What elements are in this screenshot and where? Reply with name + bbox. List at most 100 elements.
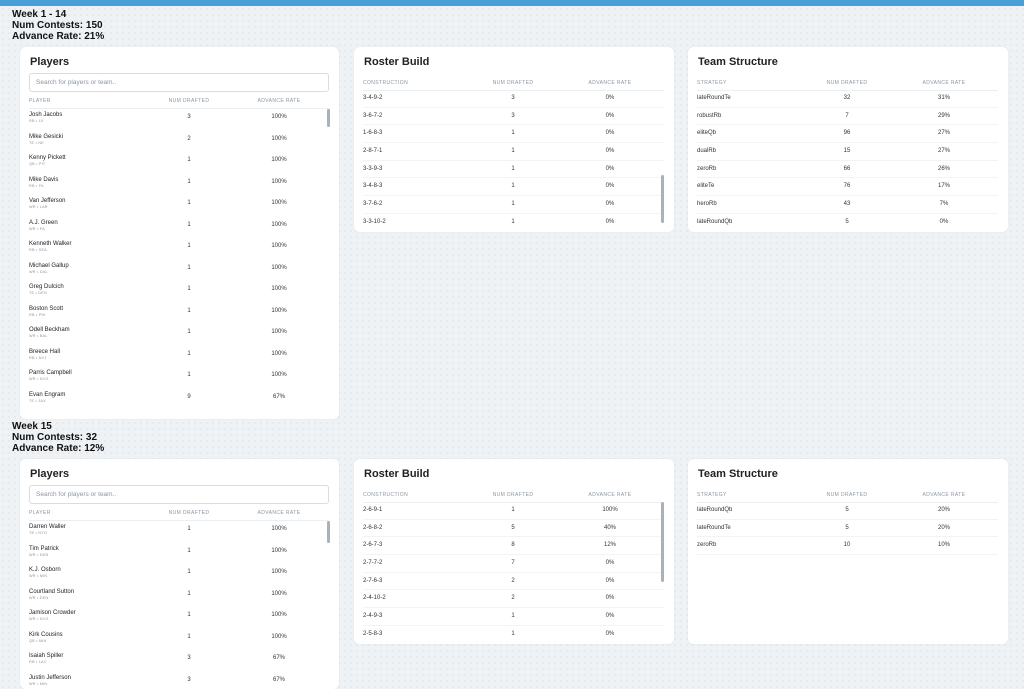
strategy-value: zeroRb	[697, 166, 716, 172]
table-row[interactable]: Darren WallerTE • NYG1100%	[29, 519, 329, 541]
table-row[interactable]: Kenny PickettQB • PIT1100%	[29, 150, 329, 172]
table-row[interactable]: 3-4-9-230%	[363, 90, 664, 108]
table-row[interactable]: 2-4-9-310%	[363, 608, 664, 626]
col-advance-rate[interactable]: ADVANCE RATE	[575, 80, 645, 86]
table-row[interactable]: lateRoundTe3231%	[697, 90, 998, 108]
table-row[interactable]: robustRb729%	[697, 108, 998, 126]
table-row[interactable]: dualRb1527%	[697, 143, 998, 161]
col-player[interactable]: PLAYER	[29, 98, 51, 104]
table-row[interactable]: 2-4-10-220%	[363, 590, 664, 608]
col-player[interactable]: PLAYER	[29, 510, 51, 516]
col-strategy[interactable]: STRATEGY	[697, 492, 727, 498]
table-row[interactable]: A.J. GreenWR • FA1100%	[29, 215, 329, 237]
roster-scrollbar[interactable]	[661, 175, 664, 223]
table-row[interactable]: 3-7-6-210%	[363, 196, 664, 214]
player-position-team: TE • JAX	[29, 399, 46, 403]
table-row[interactable]: 1-6-8-310%	[363, 125, 664, 143]
table-row[interactable]: Kenneth WalkerRB • SEA1100%	[29, 236, 329, 258]
num-drafted: 1	[478, 613, 548, 619]
table-row[interactable]: Jamison CrowderWR • NYG1100%	[29, 605, 329, 627]
col-num-drafted[interactable]: NUM DRAFTED	[478, 80, 548, 86]
col-construction[interactable]: CONSTRUCTION	[363, 80, 408, 86]
player-search-input[interactable]	[29, 73, 329, 92]
num-drafted: 7	[478, 560, 548, 566]
table-row[interactable]: 3-4-8-310%	[363, 178, 664, 196]
player-position-team: TE • NE	[29, 141, 44, 145]
player-position-team: TE • NYG	[29, 531, 47, 535]
num-drafted: 1	[154, 179, 224, 185]
table-row[interactable]: eliteQb9627%	[697, 125, 998, 143]
table-row[interactable]: Justin JeffersonWR • MIN367%	[29, 670, 329, 689]
table-row[interactable]: heroRb437%	[697, 196, 998, 214]
table-row[interactable]: 2-7-6-320%	[363, 573, 664, 591]
col-strategy[interactable]: STRATEGY	[697, 80, 727, 86]
num-drafted: 66	[812, 166, 882, 172]
table-row[interactable]: Evan EngramTE • JAX967%	[29, 387, 329, 409]
col-advance-rate[interactable]: ADVANCE RATE	[244, 510, 314, 516]
player-position-team: WR • DEN	[29, 596, 48, 600]
table-row[interactable]: Mike DavisRB • FA1100%	[29, 172, 329, 194]
player-position-team: TE • DEN	[29, 291, 47, 295]
player-position-team: WR • MIN	[29, 682, 47, 686]
table-row[interactable]: Van JeffersonWR • LAR1100%	[29, 193, 329, 215]
table-row[interactable]: Josh JacobsRB • LV3100%	[29, 107, 329, 129]
col-num-drafted[interactable]: NUM DRAFTED	[154, 510, 224, 516]
table-row[interactable]: Breece HallRB • NYJ1100%	[29, 344, 329, 366]
table-row[interactable]: 3-3-10-210%	[363, 214, 664, 226]
table-row[interactable]: lateRoundQb50%	[697, 214, 998, 226]
table-row[interactable]: eliteTe7617%	[697, 178, 998, 196]
advance-rate-value: 26%	[909, 166, 979, 172]
table-row[interactable]: Parris CampbellWR • NYG1100%	[29, 365, 329, 387]
num-drafted: 1	[154, 372, 224, 378]
player-name: Jamison Crowder	[29, 610, 76, 616]
table-row[interactable]: 3-6-7-230%	[363, 108, 664, 126]
num-drafted: 1	[154, 265, 224, 271]
table-row[interactable]: 2-7-7-270%	[363, 555, 664, 573]
players-scrollbar[interactable]	[327, 521, 330, 543]
table-row[interactable]: lateRoundTe520%	[697, 520, 998, 538]
table-row[interactable]: 2-8-7-110%	[363, 143, 664, 161]
table-row[interactable]: Greg DulcichTE • DEN1100%	[29, 279, 329, 301]
table-row[interactable]: Isaiah SpillerRB • LAC367%	[29, 648, 329, 670]
advance-rate-value: 100%	[244, 634, 314, 640]
player-name: Josh Jacobs	[29, 112, 62, 118]
strategy-value: dualRb	[697, 148, 716, 154]
players-card-week-1-14: Players PLAYER NUM DRAFTED ADVANCE RATE …	[20, 47, 339, 419]
table-row[interactable]: Mike GesickiTE • NE2100%	[29, 129, 329, 151]
col-num-drafted[interactable]: NUM DRAFTED	[812, 492, 882, 498]
roster-scrollbar[interactable]	[661, 502, 664, 582]
table-row[interactable]: Odell BeckhamWR • BAL1100%	[29, 322, 329, 344]
table-row[interactable]: 2-5-8-310%	[363, 626, 664, 638]
player-position-team: QB • MIN	[29, 639, 47, 643]
table-row[interactable]: zeroRb 66 26%	[697, 161, 998, 179]
col-advance-rate[interactable]: ADVANCE RATE	[909, 80, 979, 86]
col-advance-rate[interactable]: ADVANCE RATE	[909, 492, 979, 498]
table-row[interactable]: Boston ScottRB • PHI1100%	[29, 301, 329, 323]
advance-rate-value: 20%	[909, 507, 979, 513]
col-num-drafted[interactable]: NUM DRAFTED	[812, 80, 882, 86]
table-row[interactable]: 2-6-7-3812%	[363, 537, 664, 555]
table-row[interactable]: Kirk CousinsQB • MIN1100%	[29, 627, 329, 649]
player-search-input[interactable]	[29, 485, 329, 504]
table-row[interactable]: 2-6-8-2540%	[363, 520, 664, 538]
table-row[interactable]: 2-6-9-11100%	[363, 502, 664, 520]
col-advance-rate[interactable]: ADVANCE RATE	[575, 492, 645, 498]
table-row[interactable]: Michael GallupWR • DAL1100%	[29, 258, 329, 280]
col-construction[interactable]: CONSTRUCTION	[363, 492, 408, 498]
num-drafted: 96	[812, 130, 882, 136]
players-scrollbar[interactable]	[327, 109, 330, 127]
table-row[interactable]: 3-3-9-310%	[363, 161, 664, 179]
col-advance-rate[interactable]: ADVANCE RATE	[244, 98, 314, 104]
col-num-drafted[interactable]: NUM DRAFTED	[478, 492, 548, 498]
num-drafted: 2	[478, 595, 548, 601]
table-row[interactable]: Courtland SuttonWR • DEN1100%	[29, 584, 329, 606]
num-drafted: 2	[478, 578, 548, 584]
table-row[interactable]: K.J. OsbornWR • MIN1100%	[29, 562, 329, 584]
col-num-drafted[interactable]: NUM DRAFTED	[154, 98, 224, 104]
table-row[interactable]: lateRoundQb520%	[697, 502, 998, 520]
player-name: Mike Davis	[29, 177, 58, 183]
table-row[interactable]: Tim PatrickWR • DEN1100%	[29, 541, 329, 563]
advance-rate-value: 0%	[575, 148, 645, 154]
num-drafted: 1	[154, 548, 224, 554]
table-row[interactable]: zeroRb1010%	[697, 537, 998, 555]
